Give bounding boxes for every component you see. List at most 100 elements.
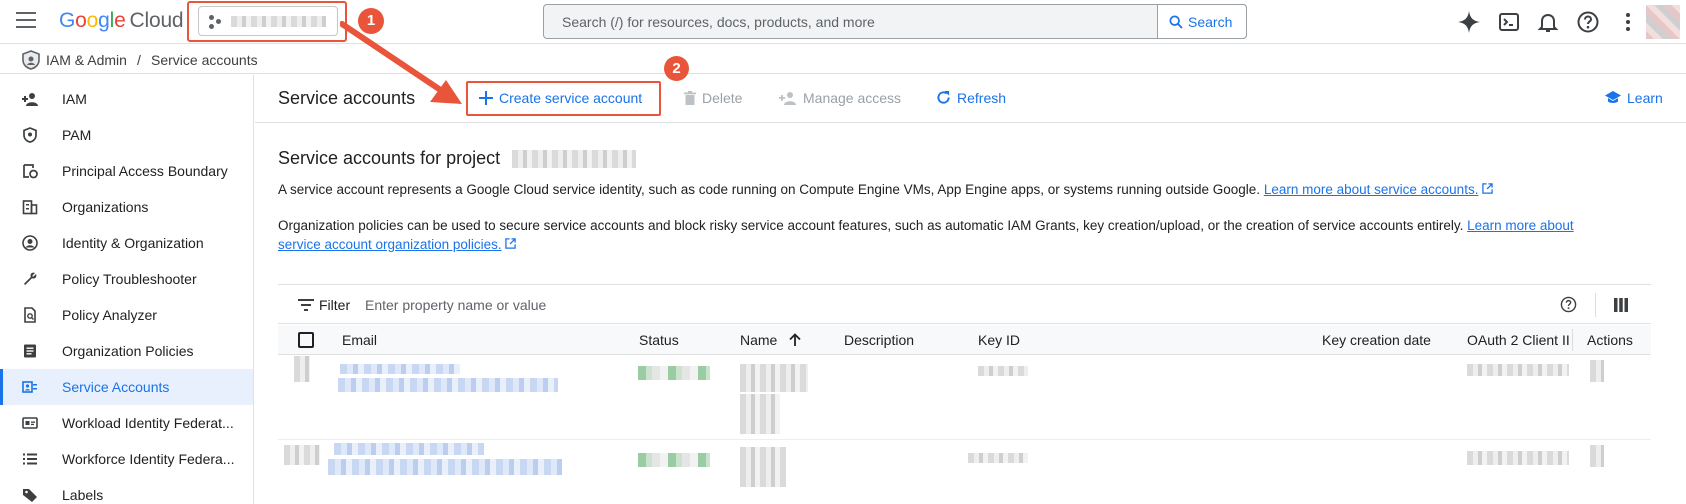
table-row[interactable] (278, 441, 1651, 504)
learn-more-org-policies-link[interactable]: Learn more about (1467, 218, 1574, 233)
sidebar-item-label: Policy Analyzer (62, 307, 157, 323)
sidebar-item-organization-policies[interactable]: Organization Policies (0, 333, 253, 369)
annotation-badge-2: 2 (664, 56, 689, 81)
sidebar-item-label: Organization Policies (62, 343, 194, 359)
sidebar-item-policy-analyzer[interactable]: Policy Analyzer (0, 297, 253, 333)
manage-access-label: Manage access (803, 90, 902, 106)
table-row[interactable] (278, 356, 1651, 440)
person-add-icon (22, 93, 38, 106)
filter-label: Filter (319, 297, 351, 313)
column-header-name-label: Name (740, 332, 778, 348)
main-menu-icon[interactable] (16, 12, 36, 28)
column-header-oauth-client-id[interactable]: OAuth 2 Client II (1467, 332, 1569, 348)
sidebar-item-workload-identity-federation[interactable]: Workload Identity Federat... (0, 405, 253, 441)
email-redacted[interactable] (334, 443, 484, 455)
column-header-key-id[interactable]: Key ID (978, 332, 1020, 348)
sidebar-item-service-accounts[interactable]: Service Accounts (0, 369, 253, 405)
help-icon[interactable] (1560, 296, 1577, 313)
actions-menu-redacted[interactable] (1590, 445, 1604, 467)
trash-icon (684, 91, 696, 105)
page-title: Service accounts (278, 88, 416, 108)
email-redacted[interactable] (340, 364, 460, 374)
sidebar-item-label: Labels (62, 487, 104, 503)
org-policies-link-continued[interactable]: service account organization policies. (278, 237, 502, 252)
sidebar-item-label: Policy Troubleshooter (62, 271, 197, 287)
sidebar-item-label: IAM (62, 91, 87, 107)
person-add-icon (779, 92, 796, 105)
account-avatar[interactable] (1646, 5, 1680, 39)
status-redacted (638, 366, 710, 380)
column-header-description[interactable]: Description (844, 332, 914, 348)
id-card-icon (22, 417, 38, 429)
learn-label: Learn (1627, 90, 1663, 106)
delete-button[interactable]: Delete (684, 90, 742, 106)
wrench-icon (24, 272, 37, 285)
toolbar-divider (1595, 293, 1596, 317)
sidebar-item-label: Principal Access Boundary (62, 163, 228, 179)
manage-access-button[interactable]: Manage access (779, 90, 901, 106)
row-checkbox-redacted[interactable] (294, 356, 310, 382)
gemini-sparkle-icon[interactable] (1457, 10, 1481, 34)
filter-input[interactable]: Enter property name or value (365, 297, 546, 313)
key-id-redacted (968, 453, 1028, 463)
school-icon (1605, 91, 1621, 103)
external-link-icon (1482, 183, 1493, 194)
name-redacted (740, 447, 786, 487)
email-redacted[interactable] (328, 459, 562, 475)
help-icon[interactable] (1576, 10, 1600, 34)
section-title: Service accounts for project (278, 148, 501, 168)
search-input[interactable]: Search (/) for resources, docs, products… (543, 4, 1247, 39)
sidebar-item-pam[interactable]: PAM (0, 117, 253, 153)
refresh-button[interactable]: Refresh (936, 90, 1006, 106)
more-vert-icon[interactable] (1616, 10, 1640, 34)
name-redacted (740, 394, 780, 434)
breadcrumb-parent[interactable]: IAM & Admin (46, 52, 127, 68)
sidebar-nav: IAM PAM Principal Access Boundary Organi… (0, 75, 254, 504)
actions-menu-redacted[interactable] (1590, 360, 1604, 382)
project-picker[interactable] (198, 6, 338, 36)
filter-icon (298, 299, 314, 311)
document-search-icon (24, 307, 36, 323)
sidebar-item-label: Service Accounts (62, 379, 170, 395)
project-hierarchy-icon (209, 15, 223, 29)
status-redacted (638, 453, 710, 467)
column-header-actions: Actions (1587, 332, 1633, 348)
sidebar-item-iam[interactable]: IAM (0, 81, 253, 117)
select-all-checkbox[interactable] (298, 332, 314, 348)
sidebar-item-policy-troubleshooter[interactable]: Policy Troubleshooter (0, 261, 253, 297)
description-text: A service account represents a Google Cl… (278, 182, 1261, 197)
notifications-bell-icon[interactable] (1536, 10, 1560, 34)
account-circle-icon (22, 235, 38, 251)
search-button[interactable]: Search (1157, 4, 1247, 39)
column-header-name[interactable]: Name (740, 332, 801, 348)
redacted-project-name (231, 16, 326, 27)
column-display-icon[interactable] (1614, 298, 1628, 312)
sidebar-item-identity-organization[interactable]: Identity & Organization (0, 225, 253, 261)
column-divider (1572, 329, 1573, 351)
column-header-email[interactable]: Email (342, 332, 377, 348)
iam-shield-icon (22, 50, 40, 70)
sidebar-item-organizations[interactable]: Organizations (0, 189, 253, 225)
sidebar-item-principal-access-boundary[interactable]: Principal Access Boundary (0, 153, 253, 189)
breadcrumb: IAM & Admin / Service accounts (0, 45, 1686, 74)
learn-more-service-accounts-link[interactable]: Learn more about service accounts. (1264, 182, 1479, 197)
sidebar-item-labels[interactable]: Labels (0, 477, 253, 504)
email-redacted[interactable] (338, 378, 558, 392)
column-header-status[interactable]: Status (639, 332, 679, 348)
name-redacted (740, 364, 808, 392)
table-header: Email Status Name Description Key ID Key… (278, 325, 1651, 355)
sidebar-item-workforce-identity-federation[interactable]: Workforce Identity Federa... (0, 441, 253, 477)
refresh-label: Refresh (957, 90, 1007, 106)
search-icon (1169, 15, 1183, 29)
column-header-key-creation-date[interactable]: Key creation date (1322, 332, 1431, 348)
delete-button-label: Delete (702, 90, 743, 106)
learn-button[interactable]: Learn (1605, 90, 1663, 106)
row-checkbox-redacted[interactable] (284, 445, 320, 465)
breadcrumb-separator: / (137, 52, 141, 68)
cloud-shell-icon[interactable] (1497, 10, 1521, 34)
sidebar-item-label: Workforce Identity Federa... (62, 451, 235, 467)
redacted-project-id (512, 150, 636, 168)
google-cloud-logo[interactable]: Google Cloud (59, 9, 184, 33)
building-icon (22, 200, 38, 215)
key-id-redacted (978, 366, 1028, 376)
